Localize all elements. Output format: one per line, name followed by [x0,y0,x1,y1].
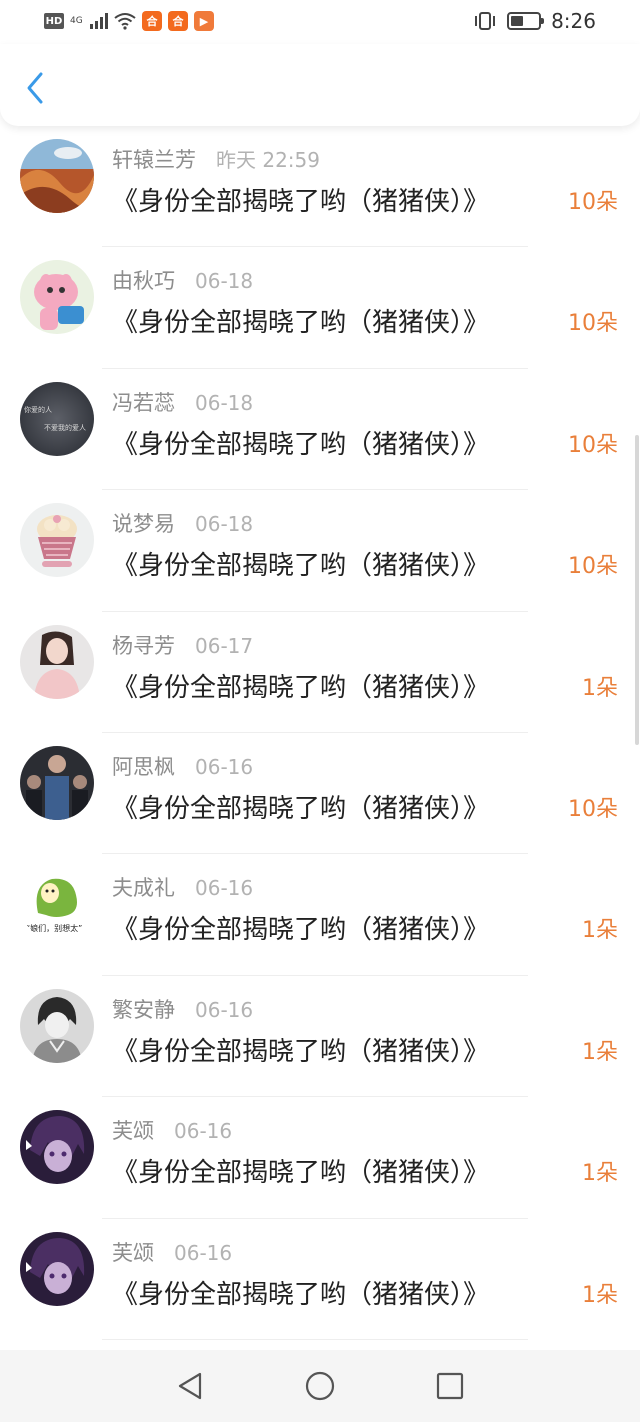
wifi-icon [114,13,136,30]
sender-name: 夫成礼 [112,876,175,901]
flower-amount: 1朵 [582,675,618,701]
item-meta: 繁安静 06-16 [112,994,253,1024]
list-item[interactable]: “娘们，别想太” 夫成礼 06-16 《身份全部揭晓了哟（猪猪侠）》 1朵 [0,854,640,977]
gift-record-list[interactable]: 轩辕兰芳 昨天 22:59 《身份全部揭晓了哟（猪猪侠）》 10朵 由秋巧 06… [0,126,640,1350]
sent-time: 06-16 [174,1119,233,1144]
book-title: 《身份全部揭晓了哟（猪猪侠）》 [112,1036,490,1067]
system-nav-bar [0,1350,640,1422]
avatar[interactable]: 你爱的人 不爱我的爱人 [20,381,94,456]
avatar[interactable] [20,139,94,213]
avatar-caption: 你爱的人 [24,405,52,414]
avatar-caption: “娘们，别想太” [26,923,82,933]
list-item[interactable]: 芙颂 06-16 《身份全部揭晓了哟（猪猪侠）》 1朵 [0,1219,640,1341]
item-meta: 由秋巧 06-18 [112,265,253,295]
item-meta: 轩辕兰芳 昨天 22:59 [112,144,320,174]
item-meta: 冯若蕊 06-18 [112,387,253,417]
flower-amount: 1朵 [582,918,618,944]
sender-name: 说梦易 [112,512,175,537]
sent-time: 06-16 [195,754,254,779]
avatar[interactable] [20,503,94,578]
sent-time: 06-18 [195,390,254,415]
item-meta: 说梦易 06-18 [112,508,253,538]
item-meta: 芙颂 06-16 [112,1237,232,1267]
flower-amount: 10朵 [568,432,618,458]
sent-time: 06-16 [174,1240,233,1265]
sent-time: 06-17 [195,633,254,658]
book-title: 《身份全部揭晓了哟（猪猪侠）》 [112,915,490,946]
flower-amount: 10朵 [568,311,618,337]
sender-name: 芙颂 [112,1240,154,1265]
nav-home-button[interactable] [300,1366,340,1406]
list-item[interactable]: 杨寻芳 06-17 《身份全部揭晓了哟（猪猪侠）》 1朵 [0,612,640,734]
status-bar-left: HD 4G 合 合 ▶ [44,10,214,32]
list-item[interactable]: 你爱的人 不爱我的爱人 冯若蕊 06-18 《身份全部揭晓了哟（猪猪侠）》 10… [0,369,640,491]
play-app-icon: ▶ [194,11,214,31]
sent-time: 06-16 [195,997,254,1022]
notification-app-icon-2: 合 [168,11,188,31]
book-title: 《身份全部揭晓了哟（猪猪侠）》 [112,551,490,582]
list-item[interactable]: 由秋巧 06-18 《身份全部揭晓了哟（猪猪侠）》 10朵 [0,247,640,370]
book-title: 《身份全部揭晓了哟（猪猪侠）》 [112,672,490,703]
sender-name: 繁安静 [112,997,175,1022]
sender-name: 杨寻芳 [112,633,175,658]
square-recents-icon [436,1372,464,1400]
avatar[interactable] [20,1110,94,1185]
book-title: 《身份全部揭晓了哟（猪猪侠）》 [112,308,490,339]
back-button[interactable] [18,68,52,108]
flower-amount: 10朵 [568,796,618,822]
circle-home-icon [305,1371,335,1401]
top-header [0,44,640,126]
item-meta: 阿思枫 06-16 [112,751,253,781]
avatar[interactable] [20,745,94,820]
list-item[interactable]: 芙颂 06-16 《身份全部揭晓了哟（猪猪侠）》 1朵 [0,1097,640,1219]
flower-amount: 1朵 [582,1161,618,1187]
notification-app-icon: 合 [142,11,162,31]
list-item[interactable]: 繁安静 06-16 《身份全部揭晓了哟（猪猪侠）》 1朵 [0,976,640,1098]
flower-amount: 1朵 [582,1039,618,1065]
avatar[interactable] [20,624,94,699]
book-title: 《身份全部揭晓了哟（猪猪侠）》 [112,1279,490,1310]
book-title: 《身份全部揭晓了哟（猪猪侠）》 [112,187,490,217]
sent-time: 06-18 [195,269,254,294]
sender-name: 轩辕兰芳 [112,148,196,172]
list-item[interactable]: 说梦易 06-18 《身份全部揭晓了哟（猪猪侠）》 10朵 [0,490,640,612]
flower-amount: 1朵 [582,1282,618,1308]
list-item[interactable]: 阿思枫 06-16 《身份全部揭晓了哟（猪猪侠）》 10朵 [0,733,640,855]
sender-name: 芙颂 [112,1119,154,1144]
status-time: 8:26 [551,9,596,33]
flower-amount: 10朵 [568,190,618,215]
sender-name: 由秋巧 [112,269,175,294]
nav-recents-button[interactable] [430,1366,470,1406]
sent-time: 06-18 [195,512,254,537]
sent-time: 06-16 [195,876,254,901]
book-title: 《身份全部揭晓了哟（猪猪侠）》 [112,793,490,824]
chevron-left-icon [27,72,43,104]
network-4g-icon: 4G [70,16,83,26]
hd-icon: HD [44,13,64,29]
avatar-caption: 不爱我的爱人 [44,423,86,432]
sent-time: 昨天 22:59 [216,148,320,172]
status-bar-right: 8:26 [473,9,596,33]
avatar[interactable]: “娘们，别想太” [20,867,94,942]
scrollbar[interactable] [635,435,639,745]
nav-back-button[interactable] [170,1366,210,1406]
status-bar: HD 4G 合 合 ▶ 8:26 [0,0,640,44]
item-meta: 杨寻芳 06-17 [112,630,253,660]
book-title: 《身份全部揭晓了哟（猪猪侠）》 [112,1158,490,1189]
sender-name: 冯若蕊 [112,390,175,415]
book-title: 《身份全部揭晓了哟（猪猪侠）》 [112,429,490,460]
item-meta: 芙颂 06-16 [112,1115,232,1145]
flower-amount: 10朵 [568,554,618,580]
list-item[interactable]: 轩辕兰芳 昨天 22:59 《身份全部揭晓了哟（猪猪侠）》 10朵 [0,126,640,248]
battery-icon [507,12,545,30]
triangle-back-icon [178,1372,202,1400]
avatar[interactable] [20,1231,94,1306]
cell-signal-icon [90,13,108,29]
avatar[interactable] [20,988,94,1063]
sender-name: 阿思枫 [112,754,175,779]
item-meta: 夫成礼 06-16 [112,872,253,902]
vibrate-icon [475,12,496,30]
avatar[interactable] [20,260,94,335]
